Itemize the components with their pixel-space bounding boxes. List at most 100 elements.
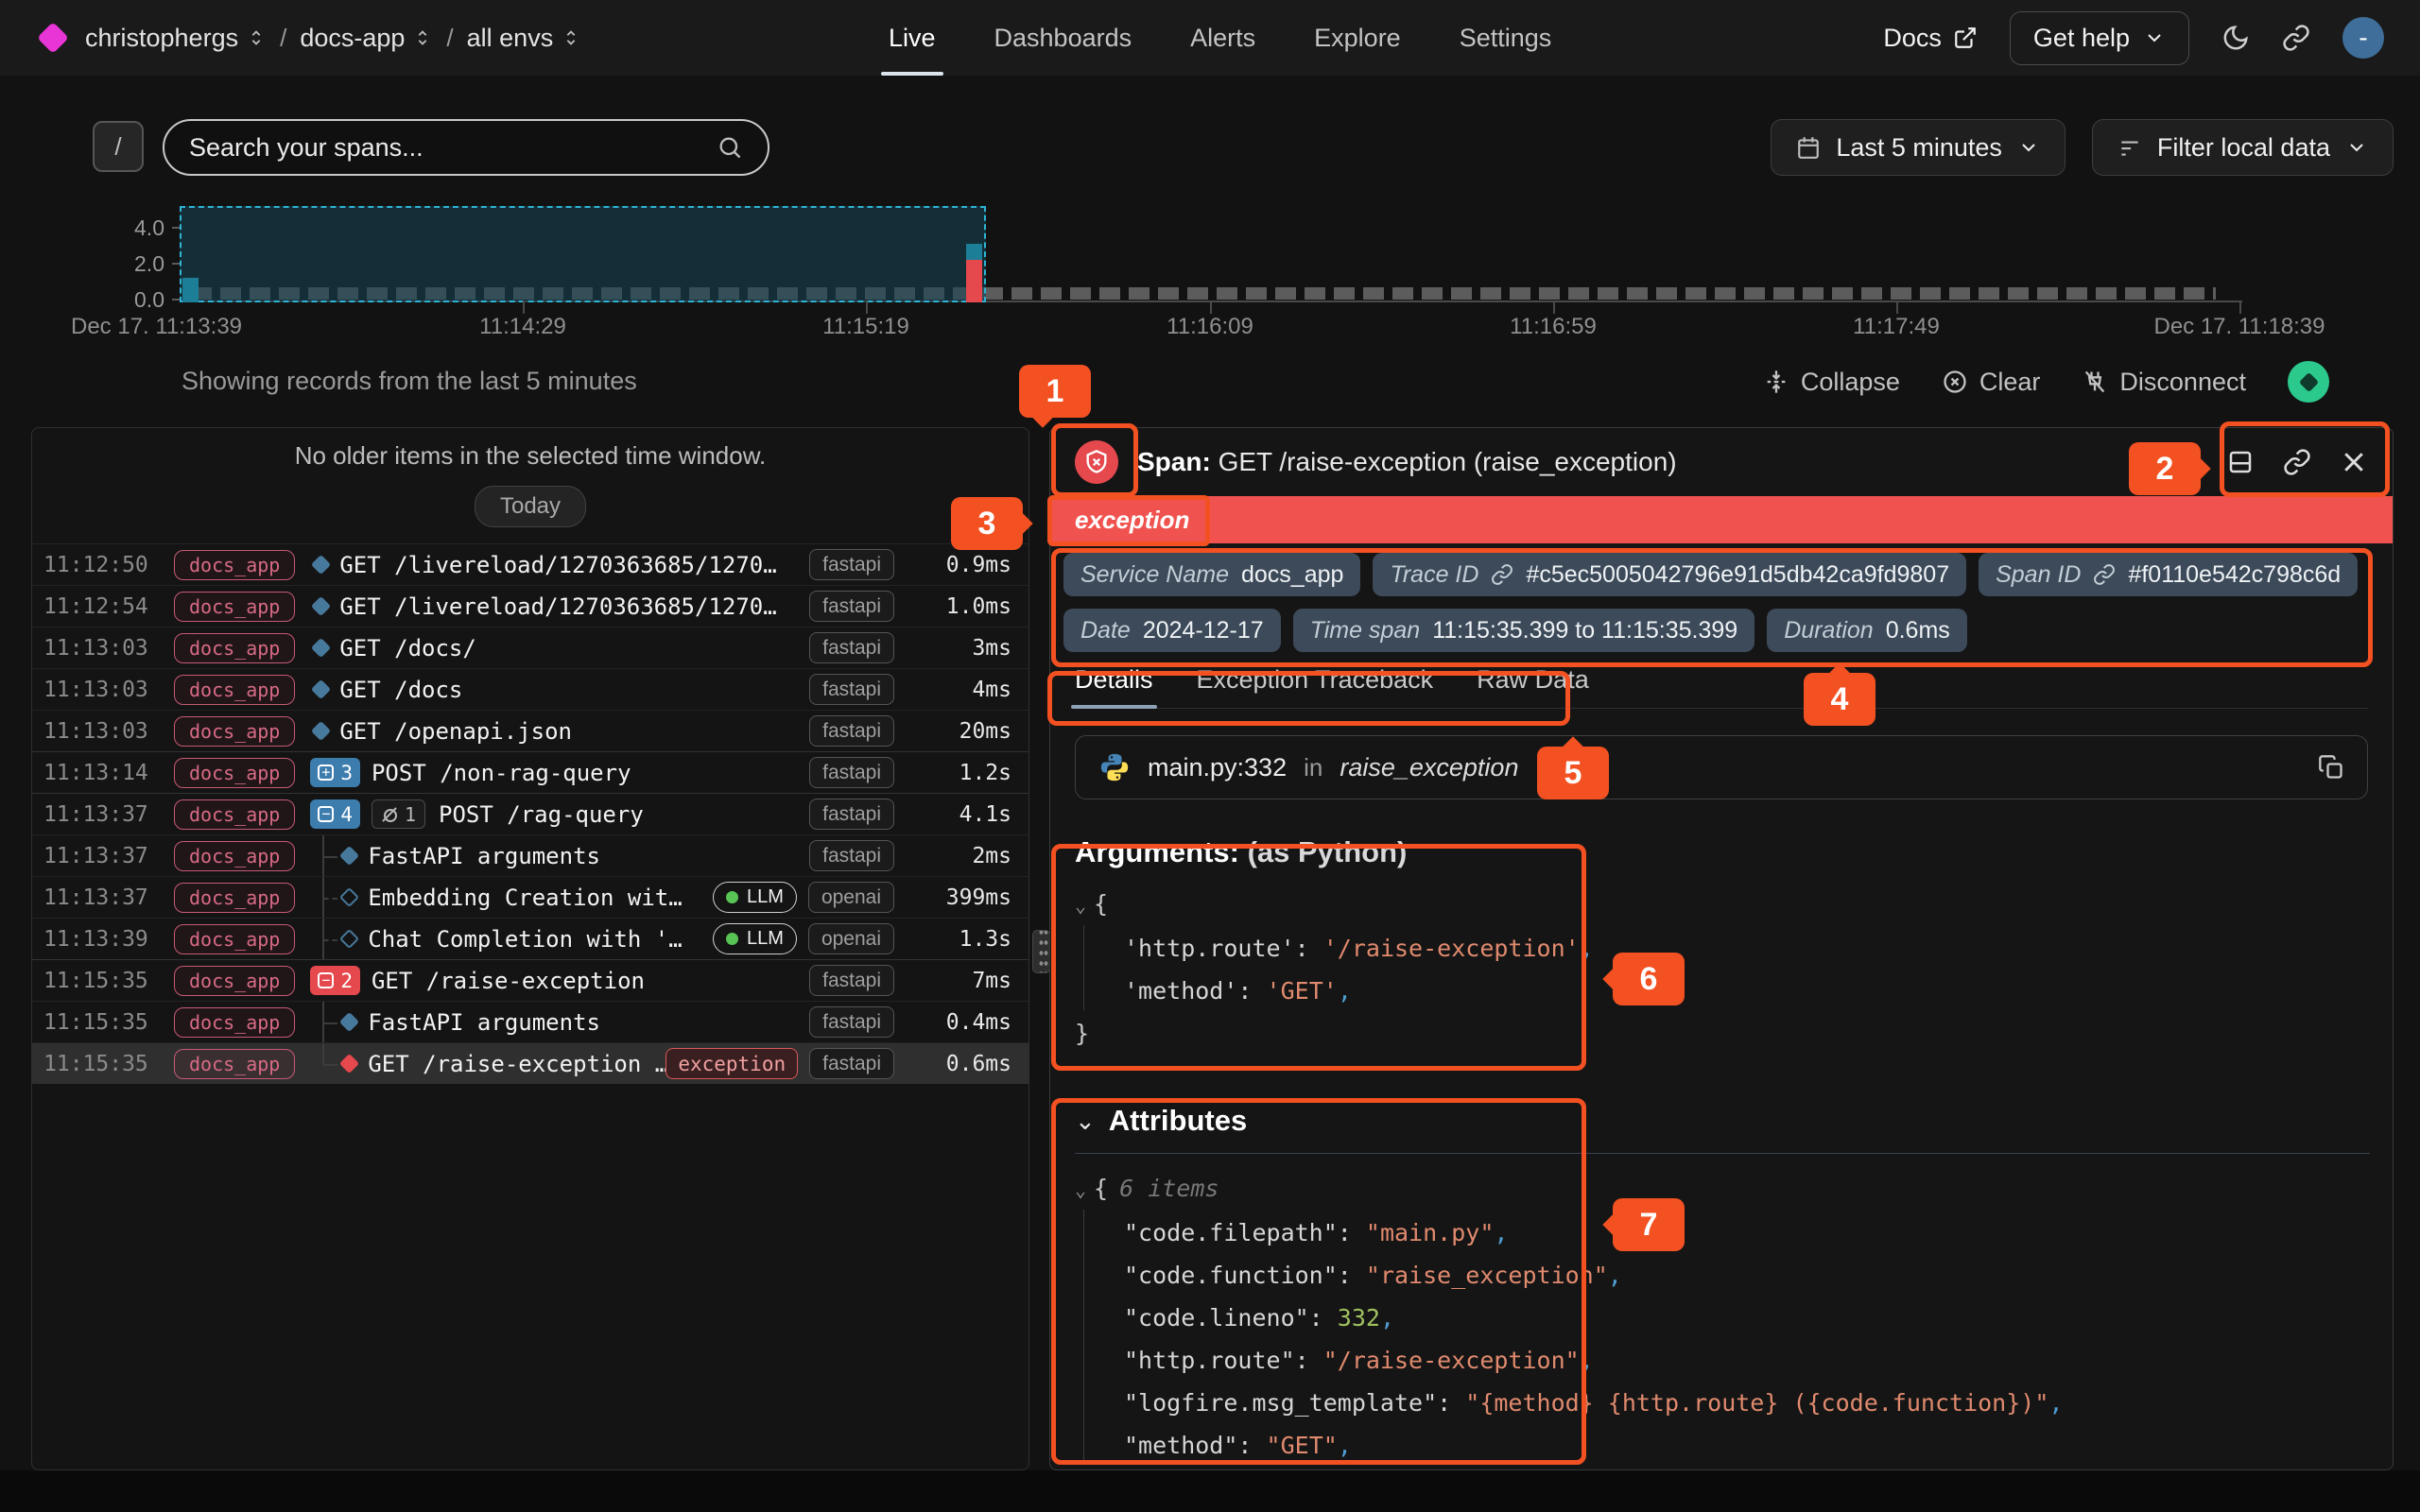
expand-sign-icon: +	[318, 765, 334, 781]
disconnect-label: Disconnect	[2119, 368, 2246, 397]
copy-link-icon[interactable]	[2283, 448, 2311, 476]
search-input[interactable]	[189, 133, 717, 163]
link-icon[interactable]	[1491, 563, 1513, 586]
list-item[interactable]: 11:13:39docs_appChat Completion with '…L…	[32, 918, 1028, 959]
timeline-chart[interactable]: 4.0 2.0 0.0 Dec 17. 11:13:3911:14:2911:1…	[0, 198, 2420, 345]
filter-label: Filter local data	[2157, 133, 2330, 163]
panel-layout-icon[interactable]	[2226, 448, 2255, 476]
y-tick-label: 0.0	[104, 287, 164, 313]
detail-tab-raw-data[interactable]: Raw Data	[1477, 665, 1589, 708]
today-pill[interactable]: Today	[475, 486, 586, 527]
span-meta-badges: Service Namedocs_appTrace ID#c5ec5005042…	[1050, 543, 2374, 652]
search-icon	[717, 134, 743, 161]
service-badge[interactable]: docs_app	[174, 675, 295, 705]
breadcrumb-org-label: christophergs	[85, 24, 238, 53]
service-badge[interactable]: docs_app	[174, 592, 295, 622]
clear-button[interactable]: Clear	[1942, 368, 2041, 397]
chart-bar[interactable]	[966, 260, 982, 302]
service-badge[interactable]: docs_app	[174, 883, 295, 913]
app-window: christophergs / docs-app / all envs Live…	[0, 0, 2420, 1512]
list-item[interactable]: 11:13:03docs_appGET /docsfastapi4ms	[32, 668, 1028, 710]
get-help-button[interactable]: Get help	[2010, 11, 2189, 65]
breadcrumb-project[interactable]: docs-app	[300, 24, 433, 53]
service-badge[interactable]: docs_app	[174, 550, 295, 580]
service-badge[interactable]: docs_app	[174, 924, 295, 954]
llm-label: LLM	[747, 928, 784, 950]
breadcrumb-env[interactable]: all envs	[467, 24, 582, 53]
close-icon[interactable]	[2340, 448, 2368, 476]
tree-connector	[310, 835, 338, 876]
nav-tab-settings[interactable]: Settings	[1460, 0, 1552, 76]
service-badge[interactable]: docs_app	[174, 633, 295, 663]
x-tick-label: 11:17:49	[1853, 314, 1940, 340]
nav-tab-dashboards[interactable]: Dashboards	[994, 0, 1132, 76]
nav-tab-explore[interactable]: Explore	[1314, 0, 1401, 76]
chart-selection-window[interactable]	[180, 206, 986, 302]
time-range-button[interactable]: Last 5 minutes	[1771, 119, 2066, 176]
service-badge[interactable]: docs_app	[174, 966, 295, 996]
span-duration: 399ms	[906, 885, 1011, 910]
list-item[interactable]: 11:15:35docs_appFastAPI argumentsfastapi…	[32, 1001, 1028, 1042]
origin-badge: fastapi	[809, 965, 894, 996]
list-item[interactable]: 11:13:03docs_appGET /docs/fastapi3ms	[32, 627, 1028, 668]
expand-toggle-badge[interactable]: +3	[310, 758, 360, 787]
breadcrumb-org[interactable]: christophergs	[85, 24, 267, 53]
filter-local-data-button[interactable]: Filter local data	[2092, 119, 2394, 176]
attributes-header[interactable]: ⌄ Attributes	[1075, 1104, 2393, 1138]
docs-link[interactable]: Docs	[1883, 24, 1978, 53]
collapse-button[interactable]: Collapse	[1763, 368, 1900, 397]
source-location-row[interactable]: main.py:332 in raise_exception	[1075, 735, 2368, 799]
detail-tab-details[interactable]: Details	[1075, 665, 1153, 708]
detail-tabs: Details Exception Traceback Raw Data	[1075, 665, 2368, 709]
disconnect-button[interactable]: Disconnect	[2082, 368, 2246, 397]
span-timestamp: 11:13:37	[43, 844, 174, 868]
copy-icon[interactable]	[2318, 754, 2344, 781]
service-badge[interactable]: docs_app	[174, 1007, 295, 1038]
theme-toggle-moon-icon[interactable]	[2221, 24, 2250, 52]
span-timestamp: 11:13:37	[43, 885, 174, 910]
x-tick-label: Dec 17. 11:13:39	[71, 314, 242, 340]
span-kind-diamond-icon	[311, 596, 331, 616]
list-item[interactable]: 11:13:14docs_app+3POST /non-rag-queryfas…	[32, 751, 1028, 793]
code-value: "{method} {http.route} ({code.function})…	[1465, 1389, 2048, 1417]
code-entry-line: 'http.route': '/raise-exception',	[1075, 927, 1597, 970]
list-item[interactable]: 11:12:50docs_appGET /livereload/12703636…	[32, 543, 1028, 585]
meta-label: Service Name	[1080, 561, 1229, 589]
service-badge[interactable]: docs_app	[174, 1049, 295, 1079]
chart-bar[interactable]	[182, 278, 199, 302]
service-badge[interactable]: docs_app	[174, 758, 295, 788]
expand-toggle-badge[interactable]: −4	[310, 799, 360, 829]
list-item[interactable]: 11:12:54docs_appGET /livereload/12703636…	[32, 585, 1028, 627]
list-item[interactable]: 11:13:03docs_appGET /openapi.jsonfastapi…	[32, 710, 1028, 751]
origin-badge: fastapi	[809, 715, 894, 747]
user-avatar[interactable]: -	[2342, 17, 2384, 59]
share-link-icon[interactable]	[2282, 24, 2310, 52]
chart-bar[interactable]	[966, 244, 982, 260]
span-name: GET /livereload/1270363685/1270…	[339, 593, 776, 620]
hidden-spans-badge[interactable]: 1	[372, 799, 425, 829]
nav-tab-alerts[interactable]: Alerts	[1190, 0, 1255, 76]
live-connection-indicator[interactable]	[2288, 361, 2329, 403]
span-kind-diamond-icon	[339, 929, 359, 949]
list-item[interactable]: 11:13:37docs_app−41POST /rag-queryfastap…	[32, 793, 1028, 834]
service-badge[interactable]: docs_app	[174, 799, 295, 830]
list-item[interactable]: 11:15:35docs_appGET /raise-exception …ex…	[32, 1042, 1028, 1084]
annotation-tag-7: 7	[1613, 1198, 1685, 1251]
meta-value: 0.6ms	[1886, 617, 1950, 644]
list-item[interactable]: 11:15:35docs_app−2GET /raise-exceptionfa…	[32, 959, 1028, 1001]
service-badge[interactable]: docs_app	[174, 841, 295, 871]
caret-updown-icon	[561, 27, 581, 48]
list-item[interactable]: 11:13:37docs_appFastAPI argumentsfastapi…	[32, 834, 1028, 876]
service-badge[interactable]: docs_app	[174, 716, 295, 747]
detail-tab-exception-traceback[interactable]: Exception Traceback	[1197, 665, 1434, 708]
panel-resize-handle[interactable]	[1032, 930, 1050, 973]
link-icon[interactable]	[2093, 563, 2116, 586]
exception-tag: exception	[666, 1048, 798, 1079]
span-timestamp: 11:13:37	[43, 802, 174, 827]
nav-tab-live[interactable]: Live	[889, 0, 936, 76]
x-tick	[523, 301, 525, 314]
logfire-logo-icon[interactable]	[37, 22, 69, 54]
list-item[interactable]: 11:13:37docs_appEmbedding Creation wit…L…	[32, 876, 1028, 918]
expand-toggle-badge[interactable]: −2	[310, 966, 360, 995]
attributes-section: ⌄ Attributes ⌄{6 items"code.filepath": "…	[1075, 1104, 2393, 1467]
